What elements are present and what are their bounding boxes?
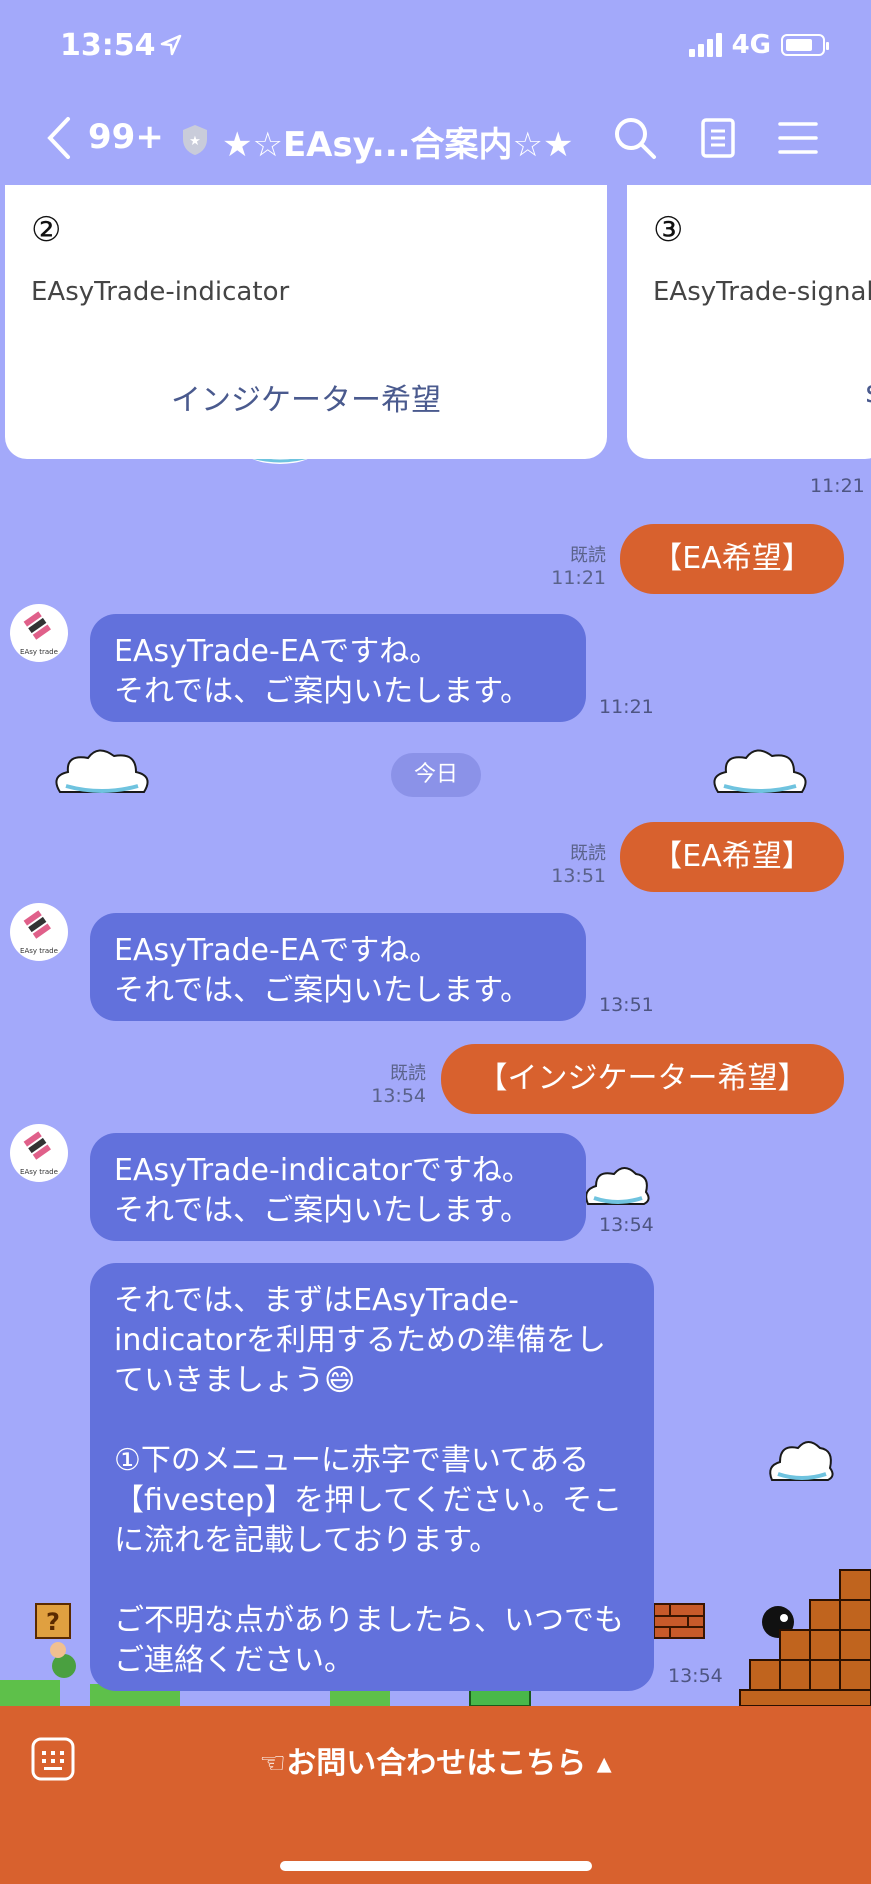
menu-button[interactable]: [778, 120, 818, 160]
read-receipt: 既読 11:21: [551, 545, 606, 589]
chevron-left-icon: [47, 117, 70, 159]
incoming-message[interactable]: EAsyTrade-indicatorですね。 それでは、ご案内いたします。: [90, 1133, 586, 1241]
bot-avatar[interactable]: EAsy trade: [10, 903, 68, 961]
bot-avatar[interactable]: EAsy trade: [10, 604, 68, 662]
card-number: ②: [31, 210, 62, 250]
svg-text:EAsy trade: EAsy trade: [20, 947, 58, 955]
rich-menu-bar: ☜お問い合わせはこちら ▴: [0, 1706, 871, 1884]
status-time: 13:54: [60, 28, 156, 63]
svg-text:EAsy trade: EAsy trade: [20, 648, 58, 656]
cloud-decoration: [50, 746, 154, 806]
message-time: 13:54: [668, 1665, 723, 1687]
message-time: 11:21: [599, 696, 654, 718]
cloud-decoration: [708, 746, 812, 806]
card-title: EAsyTrade-indicator: [31, 277, 290, 307]
status-right: 4G: [688, 30, 829, 60]
network-label: 4G: [731, 30, 771, 60]
outgoing-message[interactable]: 【インジケーター希望】: [441, 1044, 844, 1114]
outgoing-message[interactable]: 【EA希望】: [620, 822, 844, 892]
back-button[interactable]: [44, 115, 74, 165]
card-action-button[interactable]: インジケーター希望: [5, 375, 607, 419]
bot-avatar[interactable]: EAsy trade: [10, 1124, 68, 1182]
message-time: 13:51: [599, 994, 654, 1016]
notes-button[interactable]: [700, 117, 736, 163]
chat-title[interactable]: ★☆EAsy...合案内☆★: [222, 117, 574, 166]
rich-menu-toggle[interactable]: ☜お問い合わせはこちら ▴: [0, 1738, 871, 1782]
carousel-card-indicator[interactable]: ② EAsyTrade-indicator インジケーター希望: [5, 185, 607, 459]
card-title: EAsyTrade-signal: [653, 277, 871, 307]
date-separator: 今日: [391, 753, 481, 797]
carousel-card-signal[interactable]: ③ EAsyTrade-signal s: [627, 185, 871, 459]
shield-icon: ★: [180, 123, 210, 161]
incoming-message[interactable]: EAsyTrade-EAですね。 それでは、ご案内いたします。: [90, 913, 586, 1021]
signal-icon: [688, 33, 722, 57]
unread-count[interactable]: 99+: [88, 117, 164, 157]
svg-text:★: ★: [189, 134, 201, 149]
message-time: 13:54: [599, 1214, 654, 1236]
cloud-decoration: [766, 1434, 836, 1490]
hamburger-menu-icon: [778, 122, 818, 154]
battery-icon: [781, 34, 829, 56]
svg-text:EAsy trade: EAsy trade: [20, 1168, 58, 1176]
home-indicator: [280, 1861, 592, 1871]
notes-icon: [701, 118, 735, 158]
incoming-message[interactable]: EAsyTrade-EAですね。 それでは、ご案内いたします。: [90, 614, 586, 722]
carousel-time: 11:21: [810, 475, 865, 497]
cloud-decoration: [582, 1160, 652, 1214]
card-number: ③: [653, 210, 684, 250]
read-receipt: 既読 13:51: [551, 843, 606, 887]
search-button[interactable]: [612, 115, 658, 165]
search-icon: [615, 118, 656, 159]
location-arrow-icon: [160, 34, 182, 60]
outgoing-message[interactable]: 【EA希望】: [620, 524, 844, 594]
chat-header: 99+ ★ ★☆EAsy...合案内☆★: [0, 95, 871, 185]
svg-text:?: ?: [46, 1608, 60, 1636]
card-action-button[interactable]: s: [627, 375, 871, 410]
read-receipt: 既読 13:54: [371, 1063, 426, 1107]
incoming-message[interactable]: それでは、まずはEAsyTrade-indicatorを利用するための準備をして…: [90, 1263, 654, 1691]
